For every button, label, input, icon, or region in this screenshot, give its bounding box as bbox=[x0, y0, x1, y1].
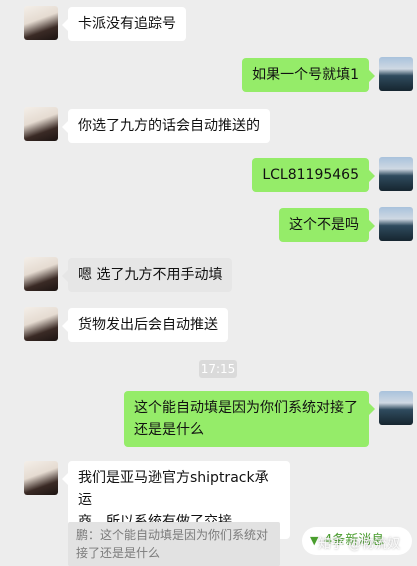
outgoing-message[interactable]: 这个能自动填是因为你们系统对接了 还是是什么 bbox=[124, 391, 375, 447]
outgoing-message[interactable]: LCL81195465 bbox=[252, 158, 375, 192]
contact-avatar[interactable] bbox=[24, 107, 58, 141]
incoming-message[interactable]: 你选了九方的话会自动推送的 bbox=[62, 109, 270, 143]
incoming-message[interactable]: 嗯 选了九方不用手动填 bbox=[61, 258, 233, 292]
contact-avatar[interactable] bbox=[24, 461, 58, 495]
incoming-message[interactable]: 货物发出后会自动推送 bbox=[62, 308, 228, 342]
outgoing-message[interactable]: 如果一个号就填1 bbox=[242, 58, 375, 92]
contact-avatar[interactable] bbox=[24, 6, 58, 40]
user-avatar[interactable] bbox=[379, 57, 413, 91]
user-avatar[interactable] bbox=[379, 207, 413, 241]
outgoing-message[interactable]: 这个不是吗 bbox=[279, 208, 375, 242]
quoted-message[interactable]: 鹏：这个能自动填是因为你们系统对接了还是是什么 bbox=[68, 522, 280, 566]
user-avatar[interactable] bbox=[379, 157, 413, 191]
timestamp-divider: 17:15 bbox=[199, 360, 237, 378]
user-avatar[interactable] bbox=[379, 391, 413, 425]
contact-avatar[interactable] bbox=[24, 307, 58, 341]
contact-avatar[interactable] bbox=[24, 257, 58, 291]
incoming-message[interactable]: 卡派没有追踪号 bbox=[62, 7, 186, 41]
watermark: 知乎 @物流奴 bbox=[318, 537, 401, 552]
